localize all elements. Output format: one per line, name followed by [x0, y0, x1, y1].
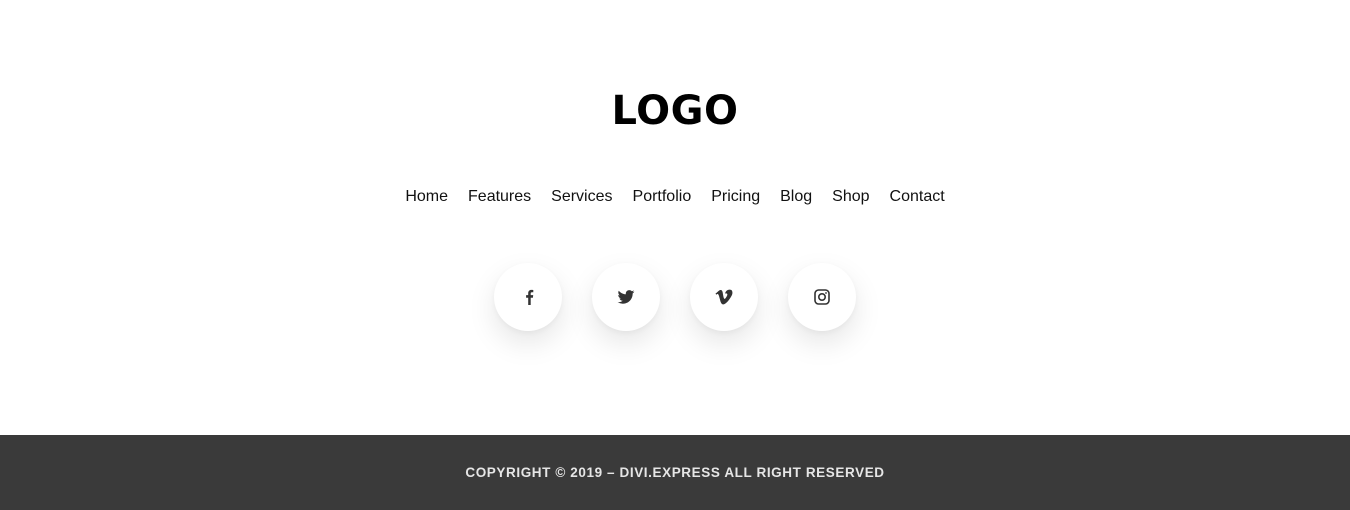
footer-nav: Home Features Services Portfolio Pricing… [0, 186, 1350, 208]
instagram-button[interactable] [788, 263, 856, 331]
nav-item-services[interactable]: Services [551, 186, 612, 208]
logo[interactable]: LOGO [0, 86, 1350, 136]
copyright-text: COPYRIGHT © 2019 – DIVI.EXPRESS ALL RIGH… [465, 465, 885, 480]
nav-item-shop[interactable]: Shop [832, 186, 869, 208]
social-links [0, 263, 1350, 331]
footer-main: LOGO Home Features Services Portfolio Pr… [0, 0, 1350, 435]
nav-item-blog[interactable]: Blog [780, 186, 812, 208]
footer-page: LOGO Home Features Services Portfolio Pr… [0, 0, 1350, 510]
twitter-button[interactable] [592, 263, 660, 331]
nav-item-features[interactable]: Features [468, 186, 531, 208]
instagram-icon [814, 289, 830, 305]
nav-item-contact[interactable]: Contact [890, 186, 945, 208]
nav-item-home[interactable]: Home [405, 186, 448, 208]
vimeo-icon [715, 289, 733, 305]
facebook-button[interactable] [494, 263, 562, 331]
copyright-bar: COPYRIGHT © 2019 – DIVI.EXPRESS ALL RIGH… [0, 435, 1350, 510]
facebook-icon [526, 289, 534, 305]
nav-item-portfolio[interactable]: Portfolio [633, 186, 692, 208]
twitter-icon [617, 290, 635, 304]
vimeo-button[interactable] [690, 263, 758, 331]
nav-item-pricing[interactable]: Pricing [711, 186, 760, 208]
